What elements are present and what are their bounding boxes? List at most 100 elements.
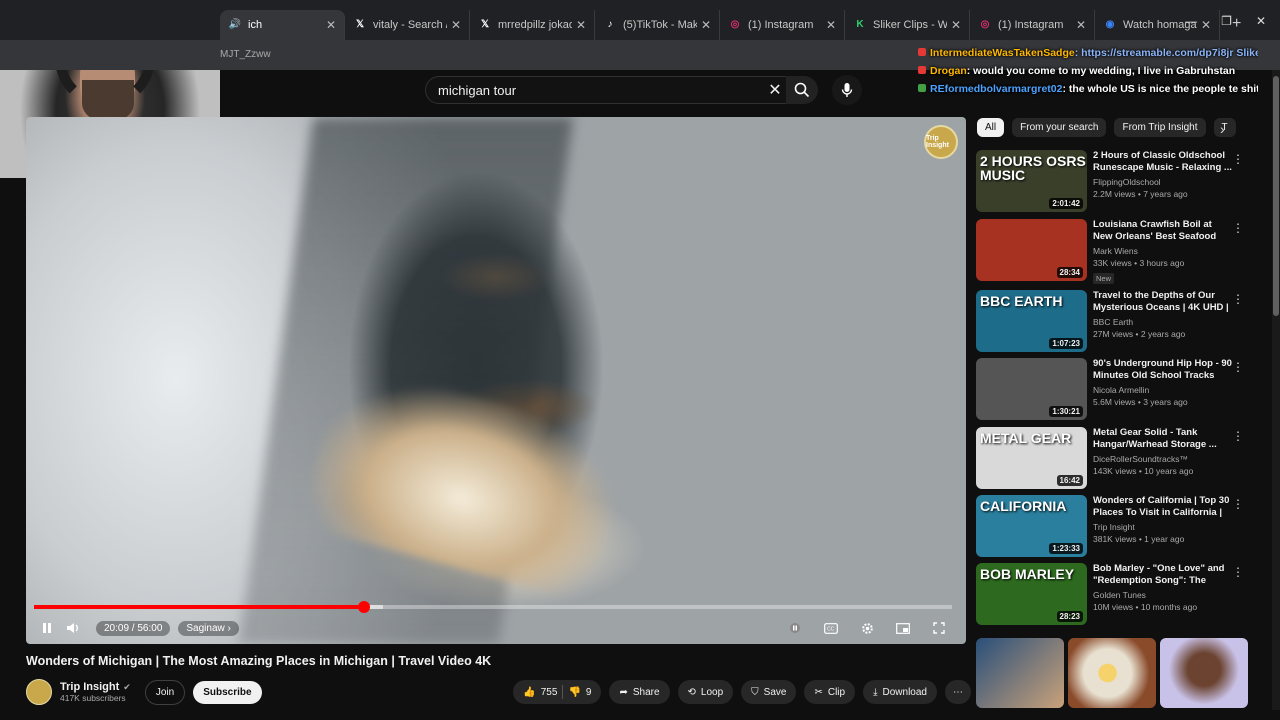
- video-title-link[interactable]: 90's Underground Hip Hop - 90 Minutes Ol…: [1093, 358, 1246, 382]
- pause-button[interactable]: [34, 618, 60, 638]
- short-thumbnail[interactable]: [1160, 638, 1248, 708]
- channel-name[interactable]: BBC Earth: [1093, 317, 1246, 327]
- channel-avatar[interactable]: [26, 679, 52, 705]
- video-title-link[interactable]: Travel to the Depths of Our Mysterious O…: [1093, 290, 1246, 314]
- search-box[interactable]: michigan tour ✕: [425, 76, 790, 104]
- recommended-video[interactable]: BOB MARLEY 28:23 Bob Marley - "One Love" a…: [976, 563, 1246, 627]
- channel-name[interactable]: DiceRollerSoundtracks™: [1093, 454, 1246, 464]
- filter-chip[interactable]: From your search: [1012, 117, 1107, 137]
- page-scrollbar[interactable]: [1272, 70, 1280, 710]
- minimize-icon[interactable]: —: [1185, 14, 1197, 28]
- video-thumbnail[interactable]: 1:30:21: [976, 358, 1087, 420]
- channel-name[interactable]: FlippingOldschool: [1093, 177, 1246, 187]
- maximize-icon[interactable]: ❐: [1221, 14, 1232, 28]
- video-title-link[interactable]: 2 Hours of Classic Oldschool Runescape M…: [1093, 150, 1246, 174]
- settings-button[interactable]: [854, 618, 880, 638]
- video-thumbnail[interactable]: BBC EARTH 1:07:23: [976, 290, 1087, 352]
- video-thumbnail[interactable]: 28:34: [976, 219, 1087, 281]
- recommended-video[interactable]: CALIFORNIA 1:23:33 Wonders of California |…: [976, 495, 1246, 559]
- close-tab-icon[interactable]: ✕: [576, 18, 586, 32]
- chat-username[interactable]: REformedbolvarmargret02: [930, 83, 1062, 95]
- close-tab-icon[interactable]: ✕: [826, 18, 836, 32]
- browser-tab[interactable]: ♪ (5)TikTok - Make Your ✕: [595, 10, 720, 40]
- duration-badge: 28:34: [1056, 267, 1083, 278]
- filter-chip[interactable]: From Trip Insight: [1114, 117, 1206, 137]
- browser-tab[interactable]: 🔊 ich ✕: [220, 10, 345, 40]
- video-thumbnail[interactable]: 2 HOURS OSRS MUSIC 2:01:42: [976, 150, 1087, 212]
- browser-tab[interactable]: ◎ (1) Instagram ✕: [720, 10, 845, 40]
- filter-chip[interactable]: All: [977, 117, 1005, 137]
- like-count[interactable]: 755: [541, 687, 558, 698]
- loop-button[interactable]: ⟲ Loop: [677, 680, 734, 704]
- more-vert-icon[interactable]: ⋮: [1232, 292, 1244, 306]
- join-button[interactable]: Join: [144, 679, 186, 705]
- clip-button[interactable]: ✂ Clip: [804, 680, 856, 704]
- channel-name[interactable]: Mark Wiens: [1093, 246, 1246, 256]
- chat-username[interactable]: IntermediateWasTakenSadge: [930, 47, 1075, 59]
- thumbs-up-icon[interactable]: 👍: [523, 687, 535, 698]
- volume-button[interactable]: [60, 618, 86, 638]
- window-controls: — ❐ ✕: [1185, 14, 1280, 28]
- progress-bar[interactable]: [34, 601, 952, 613]
- video-title-link[interactable]: Metal Gear Solid - Tank Hangar/Warhead S…: [1093, 427, 1246, 451]
- dislike-count[interactable]: 9: [586, 687, 592, 698]
- download-button[interactable]: ⤓ Download: [863, 680, 937, 704]
- channel-name[interactable]: Nicola Armellin: [1093, 385, 1246, 395]
- video-thumbnail[interactable]: CALIFORNIA 1:23:33: [976, 495, 1087, 557]
- more-actions-button[interactable]: ⋯: [945, 680, 971, 704]
- close-tab-icon[interactable]: ✕: [701, 18, 711, 32]
- scissors-icon: ✂: [814, 686, 823, 698]
- search-input[interactable]: michigan tour: [438, 83, 761, 98]
- more-vert-icon[interactable]: ⋮: [1232, 497, 1244, 511]
- close-tab-icon[interactable]: ✕: [951, 18, 961, 32]
- miniplayer-button[interactable]: [890, 618, 916, 638]
- video-thumbnail[interactable]: BOB MARLEY 28:23: [976, 563, 1087, 625]
- fullscreen-button[interactable]: [926, 618, 952, 638]
- more-vert-icon[interactable]: ⋮: [1232, 429, 1244, 443]
- more-vert-icon[interactable]: ⋮: [1232, 360, 1244, 374]
- short-thumbnail[interactable]: [976, 638, 1064, 708]
- chat-username[interactable]: Drogan: [930, 65, 967, 77]
- tab-title: ich: [248, 19, 263, 31]
- channel-name[interactable]: Golden Tunes: [1093, 590, 1246, 600]
- recommended-video[interactable]: 2 HOURS OSRS MUSIC 2:01:42 2 Hours of Clas…: [976, 150, 1246, 214]
- video-player[interactable]: Trip Insight 20:09 / 56:00 Saginaw › CC: [26, 117, 966, 644]
- browser-tab[interactable]: ◎ (1) Instagram ✕: [970, 10, 1095, 40]
- tab-title: (5)TikTok - Make Your: [623, 19, 697, 31]
- more-vert-icon[interactable]: ⋮: [1232, 221, 1244, 235]
- autoplay-toggle[interactable]: [782, 618, 808, 638]
- more-vert-icon[interactable]: ⋮: [1232, 565, 1244, 579]
- recommended-video[interactable]: 1:30:21 90's Underground Hip Hop - 90 Min…: [976, 358, 1246, 422]
- channel-name[interactable]: Trip Insight: [1093, 522, 1246, 532]
- close-tab-icon[interactable]: ✕: [1076, 18, 1086, 32]
- more-vert-icon[interactable]: ⋮: [1232, 152, 1244, 166]
- video-thumbnail[interactable]: METAL GEAR 16:42: [976, 427, 1087, 489]
- short-thumbnail[interactable]: [1068, 638, 1156, 708]
- clear-search-icon[interactable]: ✕: [761, 80, 789, 100]
- tab-title: (1) Instagram: [748, 19, 814, 31]
- search-button[interactable]: [786, 76, 818, 104]
- share-button[interactable]: ➦ Share: [609, 680, 670, 704]
- save-button[interactable]: ⛉ Save: [741, 680, 797, 704]
- channel-name[interactable]: Trip Insight: [60, 681, 119, 693]
- channel-watermark[interactable]: Trip Insight: [924, 125, 958, 159]
- browser-tab[interactable]: K Sliker Clips - Watch L ✕: [845, 10, 970, 40]
- close-window-icon[interactable]: ✕: [1256, 14, 1266, 28]
- chapter-label[interactable]: Saginaw ›: [178, 620, 239, 636]
- chevron-right-icon[interactable]: ›: [1220, 121, 1225, 137]
- scrollbar-thumb[interactable]: [1273, 76, 1279, 316]
- recommended-video[interactable]: BBC EARTH 1:07:23 Travel to the Depths of …: [976, 290, 1246, 354]
- thumbs-down-icon[interactable]: 👎: [568, 687, 580, 698]
- captions-button[interactable]: CC: [818, 618, 844, 638]
- browser-tab[interactable]: 𝕏mrredpillz jokaqarmy ✕: [470, 10, 595, 40]
- subscribe-button[interactable]: Subscribe: [193, 680, 262, 704]
- close-tab-icon[interactable]: ✕: [326, 18, 336, 32]
- recommended-video[interactable]: METAL GEAR 16:42 Metal Gear Solid - Tank H…: [976, 427, 1246, 491]
- recommended-video[interactable]: 28:34 Louisiana Crawfish Boil at New Orle…: [976, 219, 1246, 284]
- close-tab-icon[interactable]: ✕: [451, 18, 461, 32]
- browser-tab[interactable]: 𝕏vitaly - Search / X ✕: [345, 10, 470, 40]
- voice-search-button[interactable]: [832, 75, 862, 105]
- video-title-link[interactable]: Bob Marley - "One Love" and "Redemption …: [1093, 563, 1246, 587]
- video-title-link[interactable]: Louisiana Crawfish Boil at New Orleans' …: [1093, 219, 1246, 243]
- video-title-link[interactable]: Wonders of California | Top 30 Places To…: [1093, 495, 1246, 519]
